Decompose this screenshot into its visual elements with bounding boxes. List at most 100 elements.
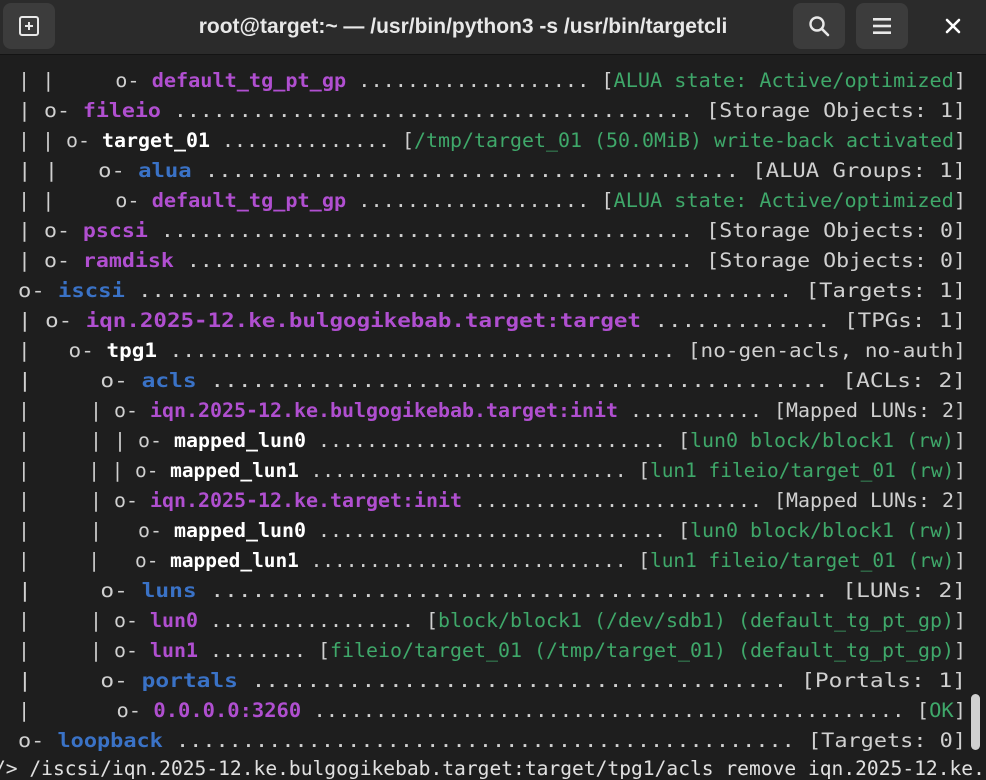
bracket-open: [: [706, 99, 720, 122]
command-prompt-line[interactable]: /> /iscsi/iqn.2025-12.ke.bulgogikebab.ta…: [0, 754, 986, 780]
bracket-open: [: [601, 69, 614, 92]
node-status: Storage Objects: 1: [719, 99, 954, 122]
dot-leader: ........................................…: [124, 279, 806, 302]
bracket-open: [: [774, 489, 787, 512]
dot-leader: ........................................: [160, 99, 707, 122]
terminal-line: | | o- default_tg_pt_gp ................…: [18, 186, 966, 216]
terminal-output[interactable]: | | o- default_tg_pt_gp ................…: [0, 55, 986, 780]
tree-prefix: | | o-: [18, 129, 103, 152]
bracket-open: [: [842, 369, 857, 392]
bracket-close: ]: [954, 459, 966, 482]
node-status: Targets: 1: [819, 279, 953, 302]
tree-prefix: | o-: [18, 339, 107, 362]
dot-leader: .............................: [306, 519, 678, 542]
title-bar: root@target:~ — /usr/bin/python3 -s /usr…: [0, 0, 986, 55]
node-status: no-gen-acls, no-auth: [700, 339, 954, 362]
terminal-line: | o- iqn.2025-12.ke.bulgogikebab.target:…: [18, 306, 966, 336]
node-name: default_tg_pt_gp: [151, 69, 347, 92]
bracket-open: [: [318, 639, 331, 662]
tree-prefix: | o-: [18, 249, 83, 272]
node-status: Portals: 1: [814, 669, 953, 692]
terminal-scrollbar[interactable]: [971, 694, 980, 750]
dot-leader: ........................: [462, 489, 775, 512]
tree-prefix: | | o-: [18, 549, 171, 572]
node-name: pscsi: [82, 219, 148, 242]
bracket-open: [: [916, 699, 930, 722]
terminal-line: | o- pscsi .............................…: [18, 216, 966, 246]
node-status: block/block1 (/dev/sdb1) (default_tg_pt_…: [438, 609, 954, 632]
close-icon: [945, 18, 961, 34]
new-tab-button[interactable]: [3, 3, 55, 49]
terminal-line: | | o- default_tg_pt_gp ................…: [18, 66, 966, 96]
tree-prefix: | | o-: [18, 159, 139, 182]
node-name: default_tg_pt_gp: [151, 189, 347, 212]
node-name: mapped_lun0: [174, 519, 306, 542]
terminal-line: | o- acls ..............................…: [18, 366, 966, 396]
search-button[interactable]: [793, 3, 845, 49]
node-name: lun0: [150, 609, 199, 632]
bracket-open: [: [844, 309, 858, 332]
hamburger-menu-icon: [873, 18, 891, 34]
node-name: mapped_lun1: [170, 549, 299, 572]
bracket-close: ]: [953, 99, 967, 122]
window-title: root@target:~ — /usr/bin/python3 -s /usr…: [198, 15, 728, 38]
tree-prefix: | o-: [18, 699, 154, 722]
bracket-close: ]: [954, 489, 967, 512]
bracket-open: [: [752, 159, 766, 182]
dot-leader: ...........................: [298, 549, 639, 572]
bracket-open: [: [687, 339, 701, 362]
dot-leader: ...................: [346, 69, 602, 92]
bracket-open: [: [706, 219, 720, 242]
close-button[interactable]: [928, 3, 978, 49]
bracket-open: [: [807, 729, 822, 752]
dot-leader: ........................................: [191, 159, 753, 182]
dot-leader: .............................: [306, 429, 678, 452]
terminal-line: | | | o- mapped_lun1 ...................…: [18, 456, 966, 486]
tree-prefix: | | o-: [18, 519, 174, 542]
terminal-line: | o- tpg1 ..............................…: [18, 336, 966, 366]
dot-leader: .......................................: [237, 669, 802, 692]
node-name: iqn.2025-12.ke.bulgogikebab.target:targe…: [85, 309, 641, 332]
tree-prefix: | | o-: [18, 399, 151, 422]
search-icon: [809, 16, 830, 37]
node-status: ALUA state: Active/optimized: [613, 69, 954, 92]
dot-leader: ...........: [617, 399, 774, 422]
bracket-open: [: [638, 459, 650, 482]
node-name: iscsi: [58, 279, 125, 302]
tree-prefix: | o-: [18, 369, 142, 392]
tree-prefix: | | o-: [18, 69, 152, 92]
node-status: lun1 fileio/target_01 (rw): [650, 459, 955, 482]
node-status: Targets: 0: [821, 729, 953, 752]
menu-button[interactable]: [856, 3, 908, 49]
tree-prefix: | | o-: [18, 639, 151, 662]
terminal-line: | o- fileio ............................…: [18, 96, 966, 126]
bracket-open: [: [805, 279, 820, 302]
terminal-line: o- loopback ............................…: [18, 726, 966, 756]
node-name: ramdisk: [82, 249, 174, 272]
dot-leader: ........................................…: [162, 729, 808, 752]
bracket-open: [: [706, 249, 720, 272]
terminal-line: | o- luns ..............................…: [18, 576, 966, 606]
node-name: tpg1: [106, 339, 158, 362]
tree-prefix: | o-: [18, 579, 142, 602]
bracket-close: ]: [954, 429, 967, 452]
node-status: ACLs: 2: [856, 369, 953, 392]
tree-prefix: | | o-: [18, 609, 151, 632]
bracket-close: ]: [952, 309, 966, 332]
bracket-close: ]: [952, 729, 967, 752]
dot-leader: ........................................…: [196, 579, 843, 602]
bracket-close: ]: [952, 579, 966, 602]
terminal-line: | | | o- mapped_lun0 ...................…: [18, 426, 966, 456]
bracket-close: ]: [953, 639, 967, 662]
terminal-line: | o- portals ...........................…: [18, 666, 966, 696]
dot-leader: .............: [640, 309, 845, 332]
node-name: mapped_lun0: [174, 429, 306, 452]
bracket-open: [: [638, 549, 650, 572]
node-status: lun1 fileio/target_01 (rw): [650, 549, 955, 572]
terminal-line: | | o- target_01 .............. [/tmp/ta…: [18, 126, 966, 156]
terminal-line: | | o- lun0 ................. [block/blo…: [18, 606, 966, 636]
bracket-close: ]: [954, 549, 966, 572]
dot-leader: .................: [198, 609, 427, 632]
tree-prefix: | | | o-: [18, 429, 174, 452]
dot-leader: ...........................: [298, 459, 639, 482]
